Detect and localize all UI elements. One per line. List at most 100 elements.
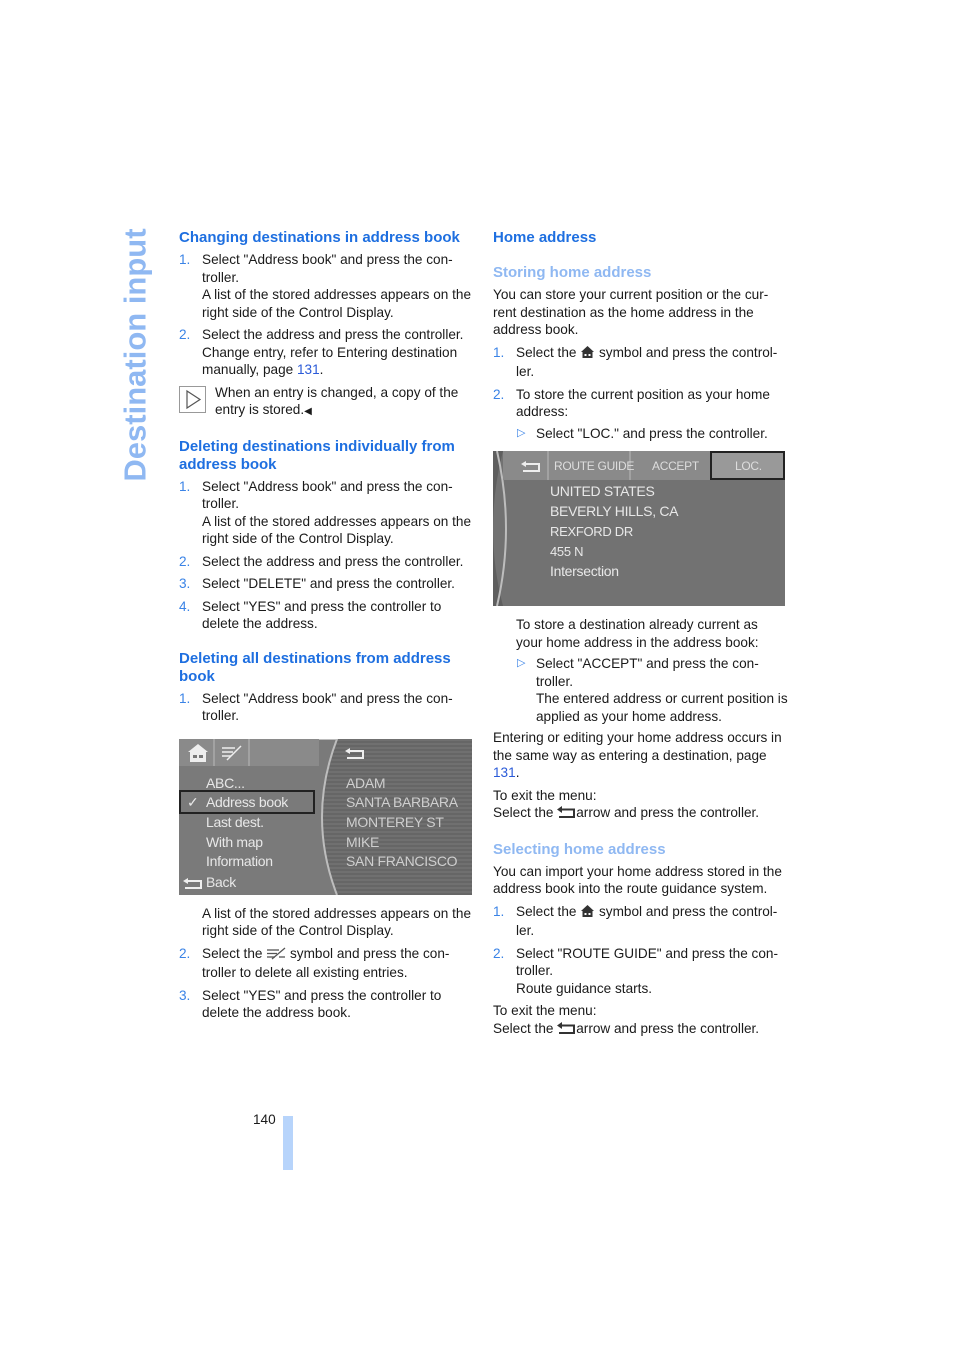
list-item: 2. Select "ROUTE GUIDE" and press the co… xyxy=(493,945,788,998)
delete-all-icon[interactable] xyxy=(221,744,243,766)
address-item[interactable]: ADAM xyxy=(346,775,386,793)
step-number: 2. xyxy=(179,945,191,961)
chapter-side-title: Destination input xyxy=(112,228,158,482)
loc-button[interactable]: LOC. xyxy=(735,458,762,476)
note-text: When an entry is changed, a copy of the … xyxy=(215,384,474,421)
address-item[interactable]: SANTA BARBARA xyxy=(346,794,458,812)
menu-item-back[interactable]: Back xyxy=(206,874,236,892)
paragraph: To exit the menu: xyxy=(493,1003,597,1018)
end-mark-icon: ◀ xyxy=(304,406,312,417)
step-text: Select the address and press the control… xyxy=(202,553,464,569)
page-marker-bar xyxy=(283,1116,293,1170)
paragraph: To store a destination already current a… xyxy=(516,617,759,650)
list-item: 2. To store the current position as your… xyxy=(493,386,788,421)
address-book-screenshot: ABC... ✓ Address book Last dest. With ma… xyxy=(179,738,472,895)
subsection-heading: Storing home address xyxy=(493,264,652,281)
accept-button[interactable]: ACCEPT xyxy=(652,458,699,476)
step-number: 1. xyxy=(493,903,505,919)
note: When an entry is changed, a copy of the … xyxy=(179,384,474,421)
step-number: 1. xyxy=(493,344,505,360)
step-number: 2. xyxy=(179,553,191,569)
address-item[interactable]: SAN FRANCISCO xyxy=(346,853,458,871)
bullet-extra-text: The entered address or current position … xyxy=(536,691,788,724)
list-item: 3. Select "YES" and press the controller… xyxy=(179,987,474,1022)
paragraph-part: arrow and press the controller. xyxy=(576,1020,760,1036)
step-extra-text: A list of the stored addresses appears o… xyxy=(202,905,472,939)
paragraph: You can store your current position or t… xyxy=(493,287,769,337)
step-extra-text: A list of the stored addresses appears o… xyxy=(202,513,472,547)
step-number: 2. xyxy=(493,386,505,402)
back-arrow-icon xyxy=(183,877,203,895)
page-number: 140 xyxy=(253,1112,276,1127)
home-icon xyxy=(580,345,595,364)
address-item[interactable]: MONTEREY ST xyxy=(346,814,444,832)
step-number: 4. xyxy=(179,598,191,614)
note-arrow-icon xyxy=(179,385,206,413)
paragraph-part: . xyxy=(515,765,520,780)
address-item[interactable]: MIKE xyxy=(346,834,379,852)
right-column: Home address Storing home address You ca… xyxy=(493,229,788,1039)
section-heading: Changing destinations in address book xyxy=(179,229,460,246)
home-icon xyxy=(580,904,595,923)
paragraph-part: arrow and press the controller. xyxy=(576,805,760,820)
address-line-country: UNITED STATES xyxy=(550,483,655,499)
check-icon: ✓ xyxy=(187,793,199,810)
paragraph: Entering or editing your home address oc… xyxy=(493,729,788,782)
step-text: Select the symbol and press the con-trol… xyxy=(202,945,474,982)
paragraph-part: Select the xyxy=(493,1020,558,1036)
address-line-street: REXFORD DR xyxy=(550,524,633,539)
note-text-content: When an entry is changed, a copy of the … xyxy=(215,384,459,418)
step-number: 3. xyxy=(179,576,191,591)
section-heading: Deleting destinations individually from … xyxy=(179,437,455,473)
paragraph: To exit the menu: xyxy=(493,787,597,803)
page-link[interactable]: 131 xyxy=(493,765,516,780)
chapter-side-title-text: Destination input xyxy=(117,228,153,482)
paragraph: You can import your home address stored … xyxy=(493,863,782,897)
menu-item-address-book[interactable]: Address book xyxy=(206,794,288,812)
step-text-line: Select "Address book" and press the con- xyxy=(202,252,453,267)
home-icon[interactable] xyxy=(187,743,209,768)
paragraph: Select the arrow and press the controlle… xyxy=(493,1020,788,1040)
step-text-part: Select the xyxy=(516,344,581,360)
bullet-item: ▷ Select "ACCEPT" and press the con-trol… xyxy=(493,655,788,725)
address-line-intersection: Intersection xyxy=(550,563,619,579)
list-item: A list of the stored addresses appears o… xyxy=(179,905,474,940)
paragraph: Select the arrow and press the controlle… xyxy=(493,804,788,824)
list-item: 1. Select the symbol and press the contr… xyxy=(493,344,788,381)
page-link[interactable]: 131 xyxy=(297,362,320,377)
list-item: 1. Select "Address book" and press the c… xyxy=(179,690,474,725)
step-text: Select the symbol and press the control-… xyxy=(516,903,788,940)
step-text-part: Select the xyxy=(516,903,581,919)
step-number: 2. xyxy=(493,945,505,961)
back-arrow-icon xyxy=(557,806,576,824)
list-item: 2. Select the symbol and press the con-t… xyxy=(179,945,474,982)
step-number: 1. xyxy=(179,478,191,494)
section-heading: Home address xyxy=(493,229,597,246)
bullet-text: Select "LOC." and press the controller. xyxy=(536,425,768,441)
step-text-part: Select the address and press the control… xyxy=(202,327,464,377)
bullet-triangle-icon: ▷ xyxy=(517,657,526,669)
step-number: 1. xyxy=(179,690,191,706)
menu-item-last-dest[interactable]: Last dest. xyxy=(206,814,264,832)
route-guide-button[interactable]: ROUTE GUIDE xyxy=(554,458,634,476)
back-arrow-icon[interactable] xyxy=(521,460,541,478)
menu-item-with-map[interactable]: With map xyxy=(206,834,263,852)
paragraph-part: Entering or editing your home address oc… xyxy=(493,730,782,763)
step-text-line: troller. xyxy=(202,269,240,285)
step-text: Select "Address book" and press the con-… xyxy=(202,478,453,512)
home-address-screenshot: ROUTE GUIDE ACCEPT LOC. UNITED STATES BE… xyxy=(493,451,785,606)
back-arrow-icon[interactable] xyxy=(345,747,365,765)
subsection-heading: Selecting home address xyxy=(493,840,666,858)
list-item: 1. Select the symbol and press the contr… xyxy=(493,903,788,940)
step-number: 1. xyxy=(179,252,191,267)
step-text: Select "YES" and press the controller to… xyxy=(202,987,442,1021)
menu-item-abc[interactable]: ABC... xyxy=(206,775,245,793)
step-extra-text: Route guidance starts. xyxy=(516,980,653,996)
step-extra-text: A list of the stored addresses appears o… xyxy=(202,287,472,320)
bullet-item: ▷ Select "LOC." and press the controller… xyxy=(493,425,788,443)
step-text-part: Select the xyxy=(202,945,267,961)
list-item: 3. Select "DELETE" and press the control… xyxy=(179,575,474,593)
list-item: 2. Select the address and press the cont… xyxy=(179,553,474,571)
bullet-triangle-icon: ▷ xyxy=(517,426,526,439)
menu-item-information[interactable]: Information xyxy=(206,853,273,871)
